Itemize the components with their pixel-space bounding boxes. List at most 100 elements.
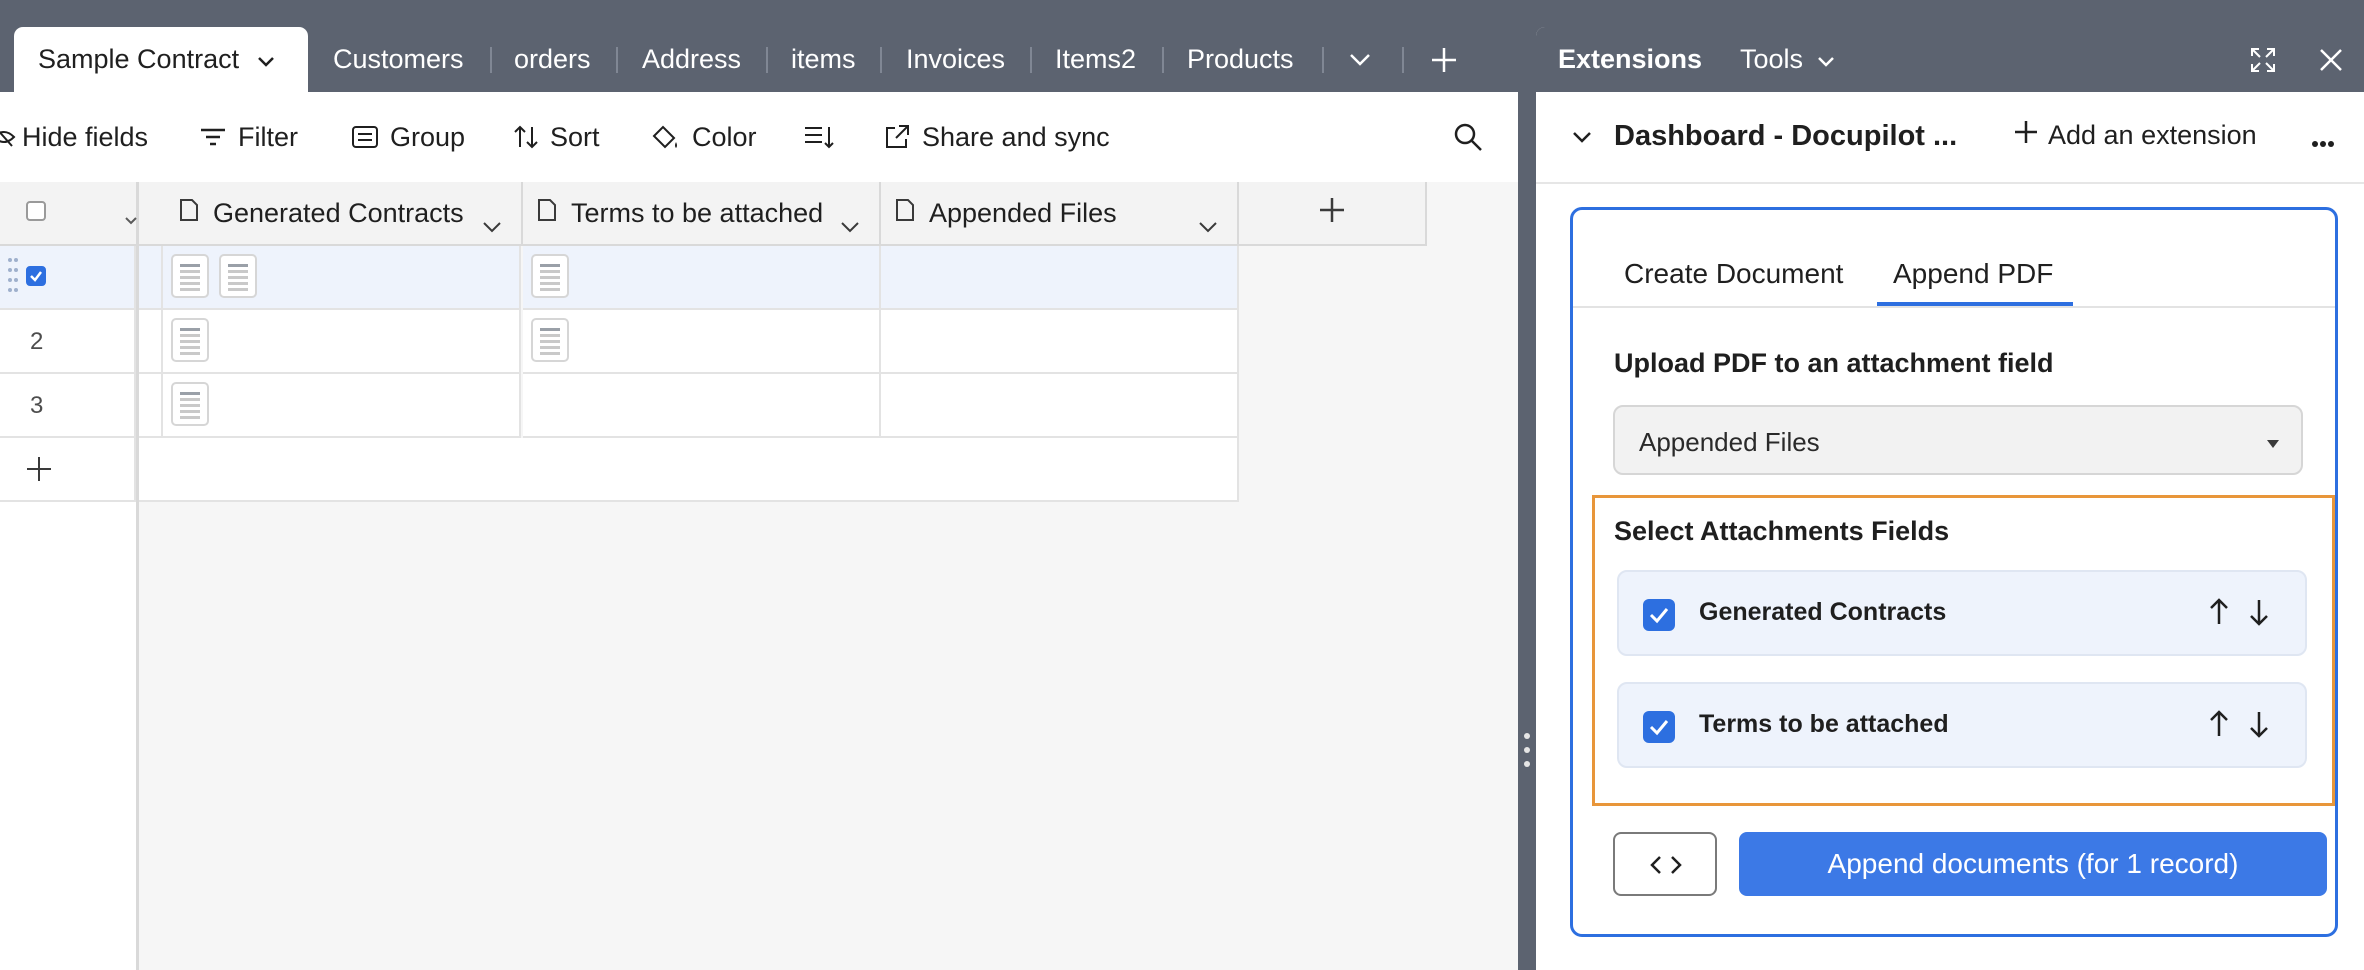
tab-sample-contract[interactable]: Sample Contract xyxy=(14,27,308,92)
attachment-thumbnail[interactable] xyxy=(531,254,569,298)
terms-cell[interactable] xyxy=(523,246,881,310)
column-header-appended-files[interactable]: Appended Files xyxy=(881,182,1239,246)
chevron-down-icon[interactable] xyxy=(841,208,859,239)
group-button[interactable]: Group xyxy=(352,92,465,182)
attachment-thumbnail[interactable] xyxy=(171,318,209,362)
row-checkbox[interactable] xyxy=(26,266,46,286)
tab-items[interactable]: items xyxy=(791,27,856,92)
tab-divider xyxy=(1030,47,1032,73)
column-header-label: Generated Contracts xyxy=(213,197,464,228)
add-table-plus-icon[interactable] xyxy=(1431,27,1457,92)
tab-orders[interactable]: orders xyxy=(514,27,591,92)
generated-contracts-cell[interactable] xyxy=(163,374,521,438)
eye-slash-icon xyxy=(0,126,16,148)
generated-contracts-cell[interactable] xyxy=(163,310,521,374)
header-spacer xyxy=(139,182,165,246)
attachment-field-icon xyxy=(895,198,915,229)
filter-icon xyxy=(200,127,226,147)
tab-items2[interactable]: Items2 xyxy=(1055,27,1136,92)
tab-append-pdf[interactable]: Append PDF xyxy=(1893,258,2053,290)
tab-customers[interactable]: Customers xyxy=(333,27,464,92)
search-icon[interactable] xyxy=(1454,92,1482,182)
arrow-down-icon[interactable] xyxy=(2249,710,2269,743)
attachment-thumbnail[interactable] xyxy=(171,254,209,298)
attachment-field-select[interactable]: Appended Files xyxy=(1613,405,2303,475)
tab-products[interactable]: Products xyxy=(1187,27,1294,92)
tab-divider xyxy=(490,47,492,73)
attachment-thumbnail[interactable] xyxy=(219,254,257,298)
chevron-down-icon[interactable] xyxy=(125,202,137,233)
tab-divider xyxy=(1322,47,1324,73)
pane-resize-handle[interactable] xyxy=(1518,0,1536,970)
chevron-down-icon[interactable] xyxy=(1572,130,1592,148)
tab-divider xyxy=(616,47,618,73)
tab-invoices[interactable]: Invoices xyxy=(906,27,1005,92)
filter-button[interactable]: Filter xyxy=(200,92,298,182)
select-fields-label: Select Attachments Fields xyxy=(1614,516,1950,546)
drag-handle-icon[interactable] xyxy=(8,256,18,303)
extensions-tab[interactable]: Extensions xyxy=(1558,27,1702,92)
tools-label: Tools xyxy=(1740,44,1804,74)
tab-label: orders xyxy=(514,44,591,74)
close-icon[interactable] xyxy=(2319,27,2343,92)
add-row-button[interactable] xyxy=(0,438,136,502)
row-number-cell[interactable] xyxy=(0,246,136,310)
attachment-thumbnail[interactable] xyxy=(531,318,569,362)
add-field-button[interactable] xyxy=(1239,182,1427,246)
add-extension-button[interactable]: Add an extension xyxy=(2014,120,2257,151)
arrow-down-icon[interactable] xyxy=(2249,598,2269,631)
row-number-cell[interactable]: 2 xyxy=(0,310,136,374)
sort-button[interactable]: Sort xyxy=(514,92,600,182)
column-header-label: Terms to be attached xyxy=(571,197,824,228)
chevron-down-icon[interactable] xyxy=(1199,208,1217,239)
generated-contracts-cell[interactable] xyxy=(163,246,521,310)
appended-files-cell[interactable] xyxy=(881,374,1239,438)
dashboard-title[interactable]: Dashboard - Docupilot ... xyxy=(1614,120,1957,153)
tab-divider xyxy=(766,47,768,73)
more-options-icon[interactable] xyxy=(2312,134,2334,152)
select-all-checkbox[interactable] xyxy=(26,201,46,221)
extensions-title: Extensions xyxy=(1558,44,1703,74)
add-row-strip[interactable] xyxy=(139,438,1239,502)
color-button[interactable]: Color xyxy=(650,92,757,182)
attachment-thumbnail[interactable] xyxy=(171,382,209,426)
column-header-terms[interactable]: Terms to be attached xyxy=(523,182,881,246)
chevron-down-icon[interactable] xyxy=(483,208,501,239)
share-sync-button[interactable]: Share and sync xyxy=(884,92,1110,182)
terms-cell[interactable] xyxy=(523,310,881,374)
appended-files-cell[interactable] xyxy=(881,246,1239,310)
paint-bucket-icon xyxy=(650,124,680,150)
spacer-cell xyxy=(139,374,163,438)
sort-icon xyxy=(514,125,538,149)
column-header-generated-contracts[interactable]: Generated Contracts xyxy=(163,182,523,246)
tab-address[interactable]: Address xyxy=(642,27,741,92)
tab-label: Invoices xyxy=(906,44,1006,74)
tab-label: Address xyxy=(642,44,742,74)
hide-fields-button[interactable]: Hide fields xyxy=(0,92,148,182)
grid: 2 3 Generated Contracts Terms to be atta… xyxy=(0,182,1518,970)
expand-icon[interactable] xyxy=(2251,27,2275,92)
select-all-header xyxy=(0,182,138,246)
row-number-cell[interactable]: 3 xyxy=(0,374,136,438)
field-row-generated-contracts[interactable]: Generated Contracts xyxy=(1617,570,2307,656)
field-checkbox[interactable] xyxy=(1643,599,1675,631)
tab-divider xyxy=(1402,47,1404,73)
attachment-field-icon xyxy=(179,198,199,229)
arrow-up-icon[interactable] xyxy=(2209,710,2229,743)
chevron-down-icon[interactable] xyxy=(257,44,275,75)
add-extension-label: Add an extension xyxy=(2048,120,2257,150)
code-view-button[interactable] xyxy=(1613,832,1717,896)
plus-icon xyxy=(1319,197,1345,230)
appended-files-cell[interactable] xyxy=(881,310,1239,374)
tab-create-document[interactable]: Create Document xyxy=(1624,258,1843,290)
field-row-terms[interactable]: Terms to be attached xyxy=(1617,682,2307,768)
append-documents-button[interactable]: Append documents (for 1 record) xyxy=(1739,832,2327,896)
arrow-up-icon[interactable] xyxy=(2209,598,2229,631)
terms-cell[interactable] xyxy=(523,374,881,438)
row-height-button[interactable] xyxy=(804,92,834,182)
field-checkbox[interactable] xyxy=(1643,711,1675,743)
more-tabs-chevron-icon[interactable] xyxy=(1349,27,1371,92)
hide-fields-label: Hide fields xyxy=(22,121,149,152)
tools-menu[interactable]: Tools xyxy=(1740,27,1835,92)
tab-label: Sample Contract xyxy=(38,44,240,74)
